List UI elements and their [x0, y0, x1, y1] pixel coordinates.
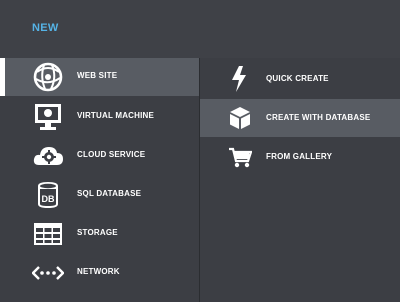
network-icon — [32, 258, 64, 288]
option-from-gallery[interactable]: FROM GALLERY — [200, 138, 400, 176]
new-dialog: NEW WEB SITE VIRTUAL MACHINE CLOUD SERVI… — [0, 0, 400, 302]
lightning-icon — [228, 65, 252, 93]
category-item-web-site[interactable]: WEB SITE — [0, 58, 199, 96]
option-quick-create[interactable]: QUICK CREATE — [200, 60, 400, 98]
database-icon: DB — [32, 180, 64, 210]
option-label: CREATE WITH DATABASE — [266, 113, 371, 122]
cart-icon — [228, 143, 252, 171]
category-label: SQL DATABASE — [77, 189, 142, 198]
category-item-sql-database[interactable]: DB SQL DATABASE — [0, 176, 199, 214]
dialog-header: NEW — [0, 0, 400, 58]
cloud-gear-icon — [32, 141, 64, 171]
category-label: WEB SITE — [77, 71, 118, 80]
option-label: FROM GALLERY — [266, 152, 333, 161]
svg-text:DB: DB — [42, 194, 55, 204]
category-label: VIRTUAL MACHINE — [77, 111, 155, 120]
monitor-icon — [32, 102, 64, 132]
page-title: NEW — [32, 22, 59, 34]
category-item-cloud-service[interactable]: CLOUD SERVICE — [0, 137, 199, 175]
category-item-storage[interactable]: STORAGE — [0, 215, 199, 253]
storage-grid-icon — [32, 219, 64, 249]
category-label: NETWORK — [77, 267, 120, 276]
globe-icon — [32, 62, 64, 92]
category-label: CLOUD SERVICE — [77, 150, 146, 159]
category-label: STORAGE — [77, 228, 118, 237]
option-label: QUICK CREATE — [266, 74, 329, 83]
category-item-virtual-machine[interactable]: VIRTUAL MACHINE — [0, 98, 199, 136]
category-item-network[interactable]: NETWORK — [0, 254, 199, 292]
category-list: WEB SITE VIRTUAL MACHINE CLOUD SERVICE D… — [0, 58, 199, 302]
option-create-with-database[interactable]: CREATE WITH DATABASE — [200, 99, 400, 137]
package-icon — [228, 104, 252, 132]
selection-indicator — [0, 58, 5, 96]
option-list: QUICK CREATE CREATE WITH DATABASE FROM G… — [200, 58, 400, 302]
